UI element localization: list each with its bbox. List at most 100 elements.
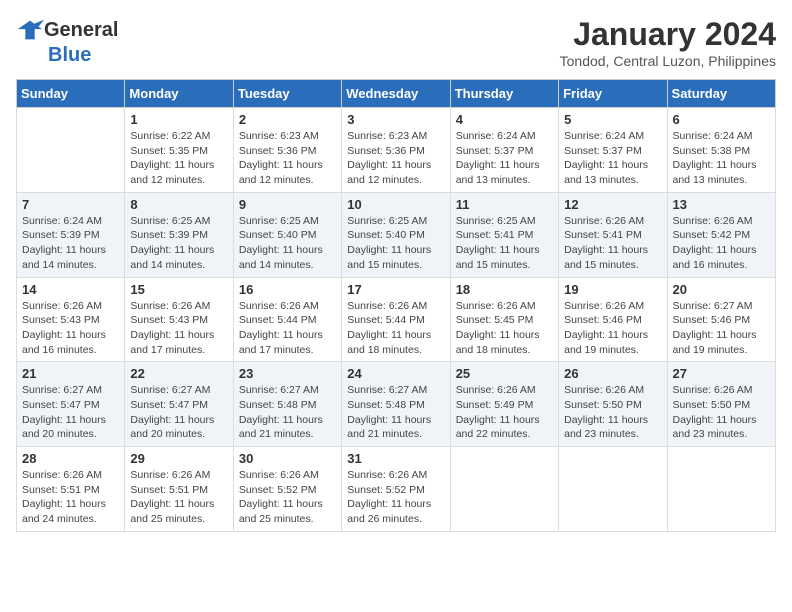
day-number: 2 <box>239 112 336 127</box>
day-number: 14 <box>22 282 119 297</box>
day-detail: Sunrise: 6:26 AM Sunset: 5:43 PM Dayligh… <box>22 299 119 358</box>
calendar-cell: 12 Sunrise: 6:26 AM Sunset: 5:41 PM Dayli… <box>559 192 667 277</box>
day-number: 11 <box>456 197 553 212</box>
day-detail: Sunrise: 6:24 AM Sunset: 5:37 PM Dayligh… <box>456 129 553 188</box>
day-number: 15 <box>130 282 227 297</box>
calendar-header-tuesday: Tuesday <box>233 80 341 108</box>
calendar-header-row: SundayMondayTuesdayWednesdayThursdayFrid… <box>17 80 776 108</box>
calendar-cell: 8 Sunrise: 6:25 AM Sunset: 5:39 PM Daylig… <box>125 192 233 277</box>
day-number: 27 <box>673 366 770 381</box>
day-number: 25 <box>456 366 553 381</box>
day-detail: Sunrise: 6:27 AM Sunset: 5:48 PM Dayligh… <box>239 383 336 442</box>
calendar-cell: 6 Sunrise: 6:24 AM Sunset: 5:38 PM Daylig… <box>667 108 775 193</box>
logo: General Blue <box>16 16 118 67</box>
day-detail: Sunrise: 6:25 AM Sunset: 5:39 PM Dayligh… <box>130 214 227 273</box>
day-detail: Sunrise: 6:24 AM Sunset: 5:38 PM Dayligh… <box>673 129 770 188</box>
calendar-cell: 7Sunrise: 6:24 AM Sunset: 5:39 PM Daylig… <box>17 192 125 277</box>
day-number: 30 <box>239 451 336 466</box>
logo-general-text: General <box>44 19 118 42</box>
day-number: 7 <box>22 197 119 212</box>
day-detail: Sunrise: 6:27 AM Sunset: 5:47 PM Dayligh… <box>130 383 227 442</box>
day-number: 26 <box>564 366 661 381</box>
calendar-cell: 29 Sunrise: 6:26 AM Sunset: 5:51 PM Dayli… <box>125 447 233 532</box>
day-detail: Sunrise: 6:24 AM Sunset: 5:37 PM Dayligh… <box>564 129 661 188</box>
day-number: 4 <box>456 112 553 127</box>
day-detail: Sunrise: 6:27 AM Sunset: 5:46 PM Dayligh… <box>673 299 770 358</box>
calendar-cell: 2 Sunrise: 6:23 AM Sunset: 5:36 PM Daylig… <box>233 108 341 193</box>
day-number: 9 <box>239 197 336 212</box>
day-detail: Sunrise: 6:23 AM Sunset: 5:36 PM Dayligh… <box>239 129 336 188</box>
calendar-cell: 19Sunrise: 6:26 AM Sunset: 5:46 PM Dayli… <box>559 277 667 362</box>
day-detail: Sunrise: 6:26 AM Sunset: 5:51 PM Dayligh… <box>22 468 119 527</box>
day-number: 16 <box>239 282 336 297</box>
day-number: 6 <box>673 112 770 127</box>
day-detail: Sunrise: 6:25 AM Sunset: 5:40 PM Dayligh… <box>239 214 336 273</box>
calendar-header-sunday: Sunday <box>17 80 125 108</box>
calendar-cell: 17 Sunrise: 6:26 AM Sunset: 5:44 PM Dayli… <box>342 277 450 362</box>
day-detail: Sunrise: 6:27 AM Sunset: 5:48 PM Dayligh… <box>347 383 444 442</box>
calendar-header-friday: Friday <box>559 80 667 108</box>
day-detail: Sunrise: 6:26 AM Sunset: 5:45 PM Dayligh… <box>456 299 553 358</box>
day-detail: Sunrise: 6:26 AM Sunset: 5:49 PM Dayligh… <box>456 383 553 442</box>
day-number: 17 <box>347 282 444 297</box>
calendar-cell: 31Sunrise: 6:26 AM Sunset: 5:52 PM Dayli… <box>342 447 450 532</box>
calendar-cell: 24Sunrise: 6:27 AM Sunset: 5:48 PM Dayli… <box>342 362 450 447</box>
calendar-week-row: 28 Sunrise: 6:26 AM Sunset: 5:51 PM Dayli… <box>17 447 776 532</box>
page-subtitle: Tondod, Central Luzon, Philippines <box>560 53 776 69</box>
calendar-cell: 15Sunrise: 6:26 AM Sunset: 5:43 PM Dayli… <box>125 277 233 362</box>
day-number: 5 <box>564 112 661 127</box>
calendar-cell: 16 Sunrise: 6:26 AM Sunset: 5:44 PM Dayli… <box>233 277 341 362</box>
day-number: 18 <box>456 282 553 297</box>
calendar-cell <box>667 447 775 532</box>
day-detail: Sunrise: 6:27 AM Sunset: 5:47 PM Dayligh… <box>22 383 119 442</box>
calendar-week-row: 14 Sunrise: 6:26 AM Sunset: 5:43 PM Dayli… <box>17 277 776 362</box>
calendar-cell: 27Sunrise: 6:26 AM Sunset: 5:50 PM Dayli… <box>667 362 775 447</box>
day-number: 8 <box>130 197 227 212</box>
day-detail: Sunrise: 6:26 AM Sunset: 5:41 PM Dayligh… <box>564 214 661 273</box>
calendar-cell: 11 Sunrise: 6:25 AM Sunset: 5:41 PM Dayli… <box>450 192 558 277</box>
day-number: 20 <box>673 282 770 297</box>
logo-blue-text: Blue <box>48 44 91 67</box>
calendar-cell: 28 Sunrise: 6:26 AM Sunset: 5:51 PM Dayli… <box>17 447 125 532</box>
calendar-cell: 23 Sunrise: 6:27 AM Sunset: 5:48 PM Dayli… <box>233 362 341 447</box>
day-number: 10 <box>347 197 444 212</box>
day-detail: Sunrise: 6:26 AM Sunset: 5:52 PM Dayligh… <box>347 468 444 527</box>
calendar-cell: 18 Sunrise: 6:26 AM Sunset: 5:45 PM Dayli… <box>450 277 558 362</box>
title-area: January 2024 Tondod, Central Luzon, Phil… <box>560 16 776 69</box>
day-number: 22 <box>130 366 227 381</box>
header: General Blue January 2024 Tondod, Centra… <box>16 16 776 69</box>
calendar-cell: 20 Sunrise: 6:27 AM Sunset: 5:46 PM Dayli… <box>667 277 775 362</box>
page-title: January 2024 <box>560 16 776 53</box>
day-detail: Sunrise: 6:26 AM Sunset: 5:51 PM Dayligh… <box>130 468 227 527</box>
calendar-cell: 9 Sunrise: 6:25 AM Sunset: 5:40 PM Daylig… <box>233 192 341 277</box>
day-number: 21 <box>22 366 119 381</box>
calendar-cell <box>450 447 558 532</box>
calendar-cell <box>17 108 125 193</box>
day-detail: Sunrise: 6:26 AM Sunset: 5:50 PM Dayligh… <box>564 383 661 442</box>
day-detail: Sunrise: 6:26 AM Sunset: 5:44 PM Dayligh… <box>239 299 336 358</box>
day-number: 23 <box>239 366 336 381</box>
calendar-header-thursday: Thursday <box>450 80 558 108</box>
calendar-cell: 1Sunrise: 6:22 AM Sunset: 5:35 PM Daylig… <box>125 108 233 193</box>
day-detail: Sunrise: 6:25 AM Sunset: 5:41 PM Dayligh… <box>456 214 553 273</box>
calendar-cell: 13Sunrise: 6:26 AM Sunset: 5:42 PM Dayli… <box>667 192 775 277</box>
calendar-cell: 10 Sunrise: 6:25 AM Sunset: 5:40 PM Dayli… <box>342 192 450 277</box>
calendar-cell: 4 Sunrise: 6:24 AM Sunset: 5:37 PM Daylig… <box>450 108 558 193</box>
calendar-cell: 5 Sunrise: 6:24 AM Sunset: 5:37 PM Daylig… <box>559 108 667 193</box>
day-number: 12 <box>564 197 661 212</box>
day-number: 1 <box>130 112 227 127</box>
logo-bird-icon <box>16 16 44 44</box>
calendar-week-row: 21 Sunrise: 6:27 AM Sunset: 5:47 PM Dayli… <box>17 362 776 447</box>
day-detail: Sunrise: 6:26 AM Sunset: 5:42 PM Dayligh… <box>673 214 770 273</box>
day-detail: Sunrise: 6:25 AM Sunset: 5:40 PM Dayligh… <box>347 214 444 273</box>
calendar-cell: 25 Sunrise: 6:26 AM Sunset: 5:49 PM Dayli… <box>450 362 558 447</box>
day-number: 19 <box>564 282 661 297</box>
calendar-cell: 14 Sunrise: 6:26 AM Sunset: 5:43 PM Dayli… <box>17 277 125 362</box>
calendar-cell: 26 Sunrise: 6:26 AM Sunset: 5:50 PM Dayli… <box>559 362 667 447</box>
calendar-cell: 3Sunrise: 6:23 AM Sunset: 5:36 PM Daylig… <box>342 108 450 193</box>
day-number: 29 <box>130 451 227 466</box>
day-number: 28 <box>22 451 119 466</box>
day-detail: Sunrise: 6:26 AM Sunset: 5:44 PM Dayligh… <box>347 299 444 358</box>
calendar-cell: 21 Sunrise: 6:27 AM Sunset: 5:47 PM Dayli… <box>17 362 125 447</box>
calendar-week-row: 7Sunrise: 6:24 AM Sunset: 5:39 PM Daylig… <box>17 192 776 277</box>
